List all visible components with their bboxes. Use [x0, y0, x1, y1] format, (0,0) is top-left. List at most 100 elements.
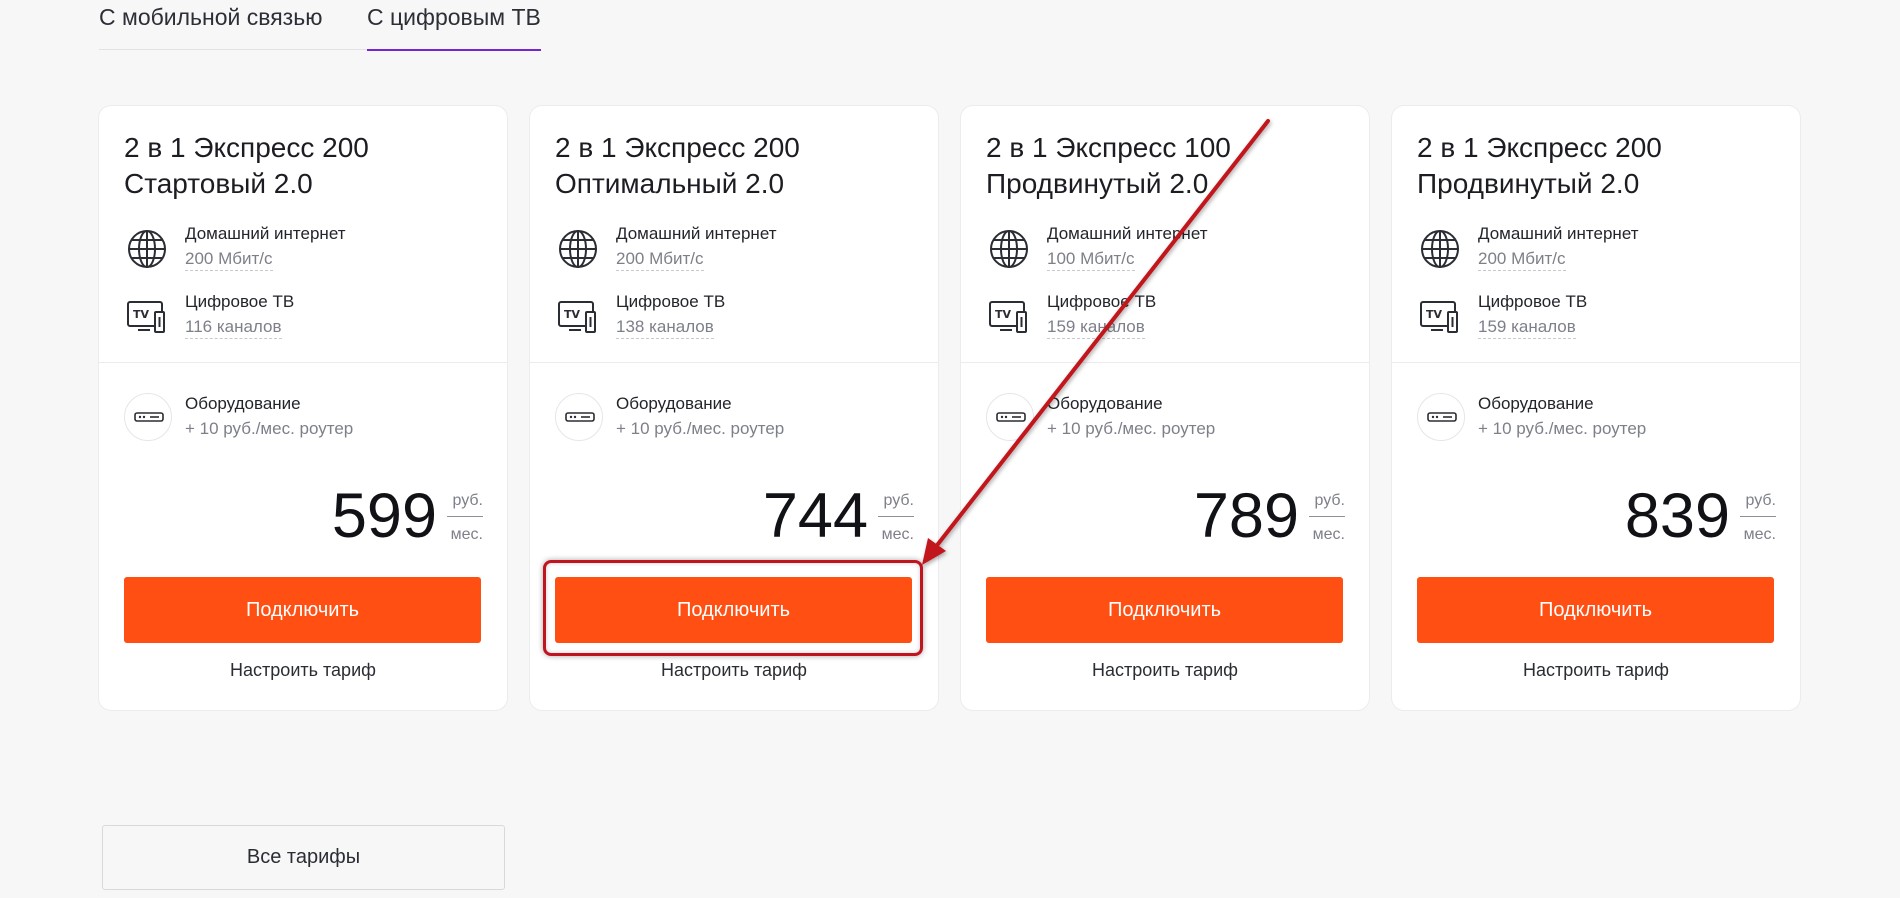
- globe-icon: [128, 230, 166, 268]
- equipment-price: + 10 руб./мес. роутер: [1047, 419, 1216, 438]
- internet-speed[interactable]: 200 Мбит/с: [616, 249, 704, 271]
- globe-icon: [559, 230, 597, 268]
- tv-label: Цифровое ТВ: [616, 292, 726, 311]
- equipment-price: + 10 руб./мес. роутер: [185, 419, 354, 438]
- tab-digital-tv[interactable]: С цифровым ТВ: [367, 0, 541, 51]
- connect-button[interactable]: Подключить: [1417, 577, 1774, 643]
- globe-icon: [1421, 230, 1459, 268]
- equipment-section: Оборудование + 10 руб./мес. роутер: [1417, 386, 1777, 442]
- internet-label: Домашний интернет: [1047, 224, 1208, 243]
- price-currency: руб.: [447, 492, 483, 517]
- tariff-title-line1: 2 в 1 Экспресс 100: [986, 132, 1231, 163]
- equipment-label: Оборудование: [1478, 394, 1594, 413]
- tariff-title-line1: 2 в 1 Экспресс 200: [1417, 132, 1662, 163]
- router-icon: [1417, 393, 1465, 441]
- svg-text:TV: TV: [133, 308, 150, 321]
- customize-tariff-link[interactable]: Настроить тариф: [99, 660, 507, 681]
- price-currency: руб.: [1740, 492, 1776, 517]
- router-icon: [986, 393, 1034, 441]
- equipment-label: Оборудование: [185, 394, 301, 413]
- tariff-title: 2 в 1 Экспресс 200 Оптимальный 2.0: [555, 130, 915, 202]
- tariff-card: 2 в 1 Экспресс 200 Продвинутый 2.0 Домаш…: [1392, 106, 1800, 710]
- tv-feature: TV Цифровое ТВ 116 каналов: [124, 292, 484, 348]
- equipment-label: Оборудование: [616, 394, 732, 413]
- tariff-title-line1: 2 в 1 Экспресс 200: [555, 132, 800, 163]
- tv-label: Цифровое ТВ: [1047, 292, 1157, 311]
- price-value: 744: [762, 481, 868, 551]
- tariff-title-line2: Продвинутый 2.0: [986, 168, 1209, 199]
- tariff-card: 2 в 1 Экспресс 200 Стартовый 2.0 Домашни…: [99, 106, 507, 710]
- price-value: 839: [1624, 481, 1730, 551]
- internet-speed[interactable]: 100 Мбит/с: [1047, 249, 1135, 271]
- internet-label: Домашний интернет: [185, 224, 346, 243]
- price-period: мес.: [1743, 526, 1776, 543]
- svg-text:TV: TV: [995, 308, 1012, 321]
- internet-speed[interactable]: 200 Мбит/с: [185, 249, 273, 271]
- price-period: мес.: [881, 526, 914, 543]
- tariff-title: 2 в 1 Экспресс 200 Продвинутый 2.0: [1417, 130, 1777, 202]
- tv-channels[interactable]: 159 каналов: [1478, 317, 1576, 339]
- tv-icon: TV: [127, 301, 165, 333]
- price-block: 744 руб. мес.: [614, 481, 914, 554]
- router-icon: [555, 393, 603, 441]
- price-value: 599: [331, 481, 437, 551]
- internet-feature: Домашний интернет 100 Мбит/с: [986, 224, 1346, 280]
- equipment-section: Оборудование + 10 руб./мес. роутер: [124, 386, 484, 442]
- internet-feature: Домашний интернет 200 Мбит/с: [555, 224, 915, 280]
- internet-feature: Домашний интернет 200 Мбит/с: [1417, 224, 1777, 280]
- card-divider: [961, 362, 1369, 363]
- equipment-section: Оборудование + 10 руб./мес. роутер: [986, 386, 1346, 442]
- customize-tariff-link[interactable]: Настроить тариф: [1392, 660, 1800, 681]
- tv-label: Цифровое ТВ: [1478, 292, 1588, 311]
- equipment-label: Оборудование: [1047, 394, 1163, 413]
- tariff-tabs: С мобильной связью С цифровым ТВ: [99, 0, 541, 51]
- tab-mobile[interactable]: С мобильной связью: [99, 0, 322, 50]
- tv-channels[interactable]: 116 каналов: [185, 317, 282, 339]
- tariff-title-line2: Стартовый 2.0: [124, 168, 313, 199]
- equipment-section: Оборудование + 10 руб./мес. роутер: [555, 386, 915, 442]
- svg-text:TV: TV: [1426, 308, 1443, 321]
- tv-icon: TV: [989, 301, 1027, 333]
- tariff-title-line2: Продвинутый 2.0: [1417, 168, 1640, 199]
- customize-tariff-link[interactable]: Настроить тариф: [530, 660, 938, 681]
- internet-label: Домашний интернет: [616, 224, 777, 243]
- price-block: 839 руб. мес.: [1476, 481, 1776, 554]
- tv-feature: TV Цифровое ТВ 138 каналов: [555, 292, 915, 348]
- card-divider: [1392, 362, 1800, 363]
- tv-icon: TV: [558, 301, 596, 333]
- card-divider: [99, 362, 507, 363]
- tv-channels[interactable]: 159 каналов: [1047, 317, 1145, 339]
- customize-tariff-link[interactable]: Настроить тариф: [961, 660, 1369, 681]
- tv-label: Цифровое ТВ: [185, 292, 295, 311]
- price-currency: руб.: [1309, 492, 1345, 517]
- tariff-title-line2: Оптимальный 2.0: [555, 168, 785, 199]
- price-block: 599 руб. мес.: [183, 481, 483, 554]
- svg-text:TV: TV: [564, 308, 581, 321]
- internet-speed[interactable]: 200 Мбит/с: [1478, 249, 1566, 271]
- tariff-title: 2 в 1 Экспресс 200 Стартовый 2.0: [124, 130, 484, 202]
- globe-icon: [990, 230, 1028, 268]
- tariff-title-line1: 2 в 1 Экспресс 200: [124, 132, 369, 163]
- price-currency: руб.: [878, 492, 914, 517]
- internet-label: Домашний интернет: [1478, 224, 1639, 243]
- tariff-card: 2 в 1 Экспресс 200 Оптимальный 2.0 Домаш…: [530, 106, 938, 710]
- connect-button[interactable]: Подключить: [124, 577, 481, 643]
- price-value: 789: [1193, 481, 1299, 551]
- tv-icon: TV: [1420, 301, 1458, 333]
- all-tariffs-button[interactable]: Все тарифы: [102, 825, 505, 890]
- tv-feature: TV Цифровое ТВ 159 каналов: [1417, 292, 1777, 348]
- price-period: мес.: [1312, 526, 1345, 543]
- equipment-price: + 10 руб./мес. роутер: [616, 419, 785, 438]
- connect-button[interactable]: Подключить: [986, 577, 1343, 643]
- equipment-price: + 10 руб./мес. роутер: [1478, 419, 1647, 438]
- tariff-card: 2 в 1 Экспресс 100 Продвинутый 2.0 Домаш…: [961, 106, 1369, 710]
- tariff-title: 2 в 1 Экспресс 100 Продвинутый 2.0: [986, 130, 1346, 202]
- internet-feature: Домашний интернет 200 Мбит/с: [124, 224, 484, 280]
- price-block: 789 руб. мес.: [1045, 481, 1345, 554]
- router-icon: [124, 393, 172, 441]
- price-period: мес.: [450, 526, 483, 543]
- tv-feature: TV Цифровое ТВ 159 каналов: [986, 292, 1346, 348]
- tv-channels[interactable]: 138 каналов: [616, 317, 714, 339]
- connect-button[interactable]: Подключить: [555, 577, 912, 643]
- card-divider: [530, 362, 938, 363]
